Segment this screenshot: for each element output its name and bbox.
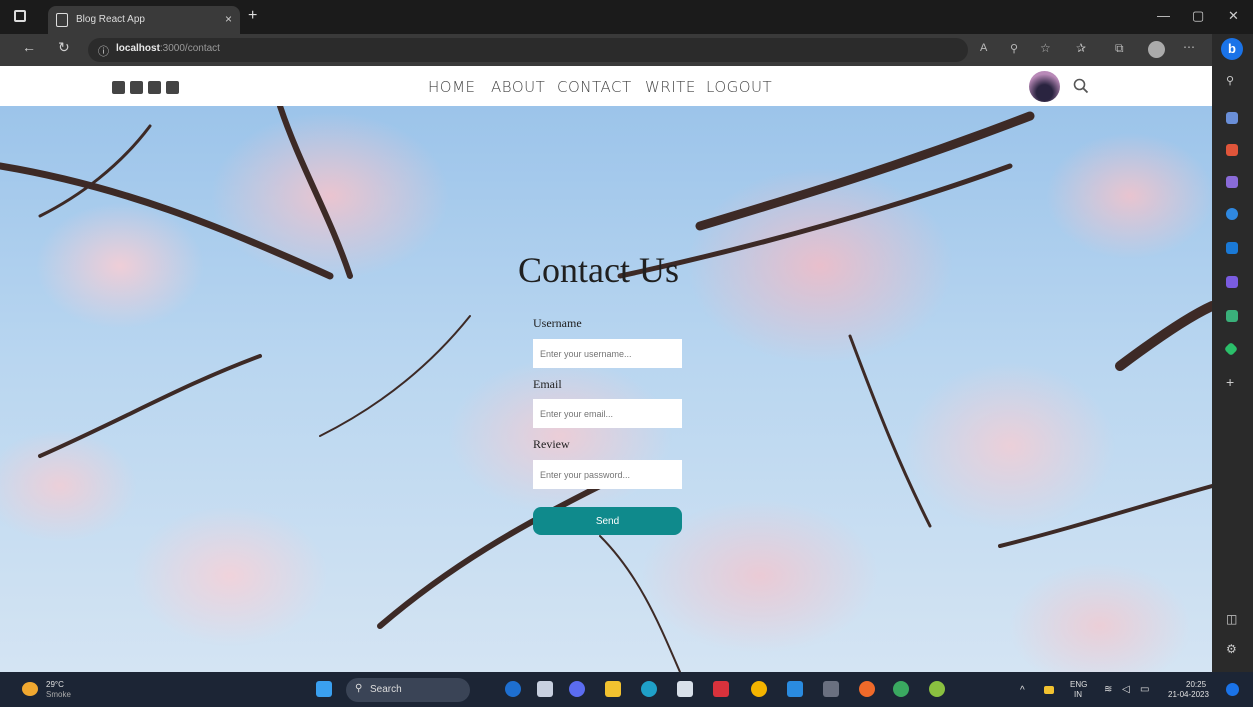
language-top[interactable]: ENG <box>1070 680 1087 689</box>
file-explorer-icon[interactable] <box>605 681 621 697</box>
clock-time[interactable]: 20:25 <box>1186 680 1206 689</box>
windows-taskbar <box>0 672 1253 707</box>
widgets-icon[interactable] <box>505 681 521 697</box>
user-avatar[interactable] <box>1029 71 1060 102</box>
pinterest-icon[interactable] <box>148 81 161 94</box>
sidebar-layout-icon[interactable]: ◫ <box>1226 612 1237 626</box>
sidebar-office-icon[interactable] <box>1226 208 1238 220</box>
sidebar-gem-icon[interactable] <box>1223 341 1239 357</box>
bing-chat-icon[interactable]: b <box>1221 38 1243 60</box>
nav-about[interactable]: ABOUT <box>491 78 545 96</box>
address-bar[interactable]: ⓘ localhost:3000/contact <box>88 38 968 62</box>
url-host: localhost <box>116 43 160 54</box>
language-bottom[interactable]: IN <box>1074 690 1082 699</box>
facebook-icon[interactable] <box>112 81 125 94</box>
extensions-icon[interactable]: ⚲ <box>1010 42 1018 55</box>
battery-icon[interactable]: ▭ <box>1140 685 1149 695</box>
email-input[interactable] <box>533 399 682 428</box>
favorites-icon[interactable]: ✰ <box>1076 41 1086 55</box>
close-tab-icon[interactable]: × <box>225 12 232 26</box>
back-icon[interactable]: ← <box>22 39 36 55</box>
blossom-branches <box>0 106 1212 672</box>
start-icon[interactable] <box>316 681 332 697</box>
nav-write[interactable]: WRITE <box>645 78 696 96</box>
postman-icon[interactable] <box>859 681 875 697</box>
close-window-button[interactable]: ✕ <box>1228 8 1239 24</box>
refresh-icon[interactable]: ↻ <box>58 39 70 56</box>
twitter-icon[interactable] <box>130 81 143 94</box>
send-button[interactable]: Send <box>533 507 682 535</box>
sidebar-tools-icon[interactable] <box>1226 112 1238 124</box>
nav-logout[interactable]: LOGOUT <box>706 78 772 96</box>
sidebar-games-icon[interactable] <box>1226 176 1238 188</box>
web-page: HOME ABOUT CONTACT WRITE LOGOUT Contact … <box>0 66 1212 672</box>
nav-home[interactable]: HOME <box>428 78 476 96</box>
new-tab-button[interactable]: + <box>248 7 257 25</box>
sidebar-add-icon[interactable]: + <box>1226 374 1234 390</box>
site-topbar: HOME ABOUT CONTACT WRITE LOGOUT <box>0 66 1212 106</box>
tray-app-icon[interactable] <box>1044 686 1054 694</box>
nav-contact[interactable]: CONTACT <box>557 78 632 96</box>
url-path: :3000/contact <box>159 43 220 54</box>
taskbar-search-label: Search <box>370 684 402 695</box>
more-options-icon[interactable]: ⋯ <box>1183 40 1195 54</box>
info-icon[interactable]: ⓘ <box>98 43 109 59</box>
chrome-icon[interactable] <box>751 681 767 697</box>
sidebar-search-icon[interactable]: ⚲ <box>1226 74 1234 87</box>
terminal-icon[interactable] <box>823 681 839 697</box>
task-view-icon[interactable] <box>537 681 553 697</box>
browser-toolbar: ← ↻ ⓘ localhost:3000/contact A ⚲ ☆ ✰ ⧉ ⋯ <box>0 34 1212 66</box>
sidebar-designer-icon[interactable] <box>1226 276 1238 288</box>
weather-desc: Smoke <box>46 690 71 699</box>
browser-tab-bar: Blog React App × + — ▢ ✕ <box>0 0 1253 34</box>
review-label: Review <box>533 437 570 451</box>
taskbar-search[interactable]: ⚲ Search <box>346 678 470 702</box>
clock-date[interactable]: 21-04-2023 <box>1168 690 1209 699</box>
tray-chevron-icon[interactable]: ^ <box>1020 686 1025 696</box>
page-icon <box>56 13 68 27</box>
cherry-blossom-background <box>0 106 1212 672</box>
favorites-star-icon[interactable]: ☆ <box>1040 41 1051 55</box>
minimize-button[interactable]: — <box>1157 8 1170 23</box>
tab-title: Blog React App <box>76 14 145 25</box>
sidebar-shopping-icon[interactable] <box>1226 144 1238 156</box>
edge-sidebar: b ⚲ + ◫ ⚙ <box>1212 34 1253 672</box>
username-input[interactable] <box>533 339 682 368</box>
wifi-icon[interactable]: ≋ <box>1104 685 1112 695</box>
collections-icon[interactable]: ⧉ <box>1115 41 1124 56</box>
email-label: Email <box>533 377 562 391</box>
browser-tab[interactable]: Blog React App × <box>48 6 240 34</box>
weather-temp: 29°C <box>46 680 64 689</box>
review-input[interactable] <box>533 460 682 489</box>
read-aloud-icon[interactable]: A <box>980 42 987 54</box>
volume-icon[interactable]: ◁ <box>1122 685 1130 695</box>
address-url: localhost:3000/contact <box>116 43 220 54</box>
weather-icon[interactable] <box>22 682 38 696</box>
vscode-icon[interactable] <box>787 681 803 697</box>
sidebar-drop-icon[interactable] <box>1226 310 1238 322</box>
store-icon[interactable] <box>677 681 693 697</box>
maximize-button[interactable]: ▢ <box>1192 8 1204 24</box>
username-label: Username <box>533 316 582 330</box>
chat-icon[interactable] <box>569 681 585 697</box>
sidebar-outlook-icon[interactable] <box>1226 242 1238 254</box>
mcafee-icon[interactable] <box>713 681 729 697</box>
app-icon[interactable] <box>929 681 945 697</box>
window-menu-icon[interactable] <box>14 10 26 22</box>
notification-icon[interactable] <box>1226 683 1239 696</box>
taskbar-search-icon: ⚲ <box>355 683 363 694</box>
sidebar-settings-icon[interactable]: ⚙ <box>1226 642 1237 656</box>
profile-avatar[interactable] <box>1148 41 1165 58</box>
whatsapp-icon[interactable] <box>893 681 909 697</box>
contact-title: Contact Us <box>518 250 679 290</box>
search-icon[interactable] <box>1073 78 1089 94</box>
edge-icon[interactable] <box>641 681 657 697</box>
instagram-icon[interactable] <box>166 81 179 94</box>
